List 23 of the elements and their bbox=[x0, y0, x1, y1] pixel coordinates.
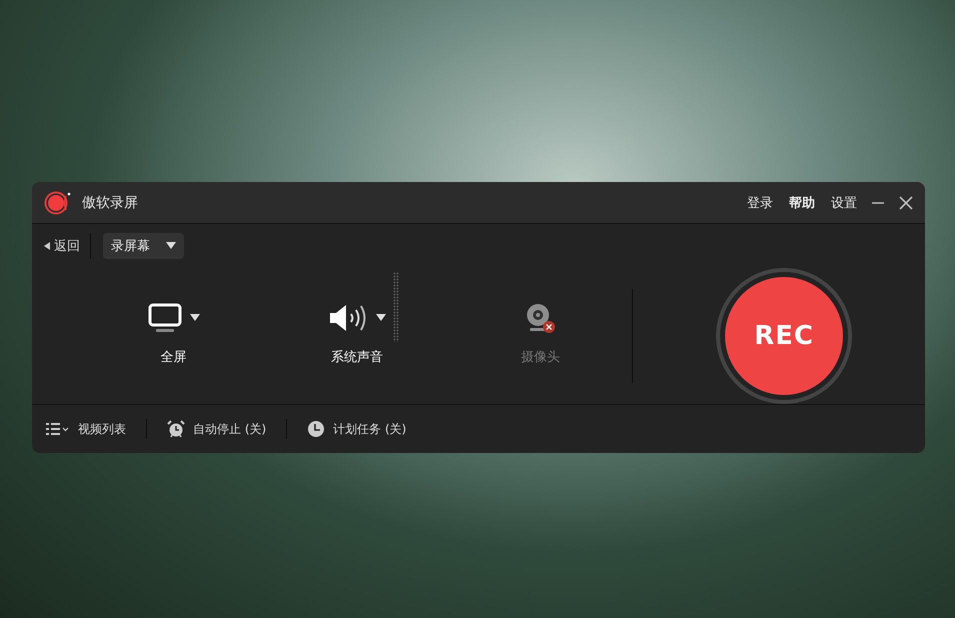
menu-link[interactable]: 设置 bbox=[831, 194, 857, 212]
monitor-icon[interactable] bbox=[148, 303, 182, 333]
caret-icon[interactable] bbox=[190, 314, 200, 322]
list-icon[interactable] bbox=[46, 422, 70, 436]
caret-icon[interactable] bbox=[376, 314, 386, 322]
speaker-icon[interactable] bbox=[328, 303, 368, 333]
caret-icon bbox=[166, 242, 176, 250]
bottom-bar-link[interactable]: 自动停止 (关) bbox=[193, 420, 266, 438]
back-arrow-icon bbox=[44, 242, 50, 250]
source-label: 摄像头 bbox=[520, 349, 560, 366]
back-button[interactable]: 返回 bbox=[40, 235, 84, 257]
drag-handle[interactable] bbox=[392, 272, 399, 342]
clock-icon[interactable] bbox=[307, 420, 326, 438]
window-title: 傲软录屏 bbox=[82, 194, 138, 212]
bottom-bar-link[interactable]: 视频列表 bbox=[78, 420, 126, 438]
close-icon[interactable] bbox=[899, 196, 913, 210]
bottom-bar-link[interactable]: 计划任务 (关) bbox=[333, 420, 406, 438]
menu-link[interactable]: 帮助 bbox=[789, 194, 815, 212]
menu-link[interactable]: 登录 bbox=[747, 194, 773, 212]
alarm-clock-icon[interactable] bbox=[167, 420, 185, 438]
mode-dropdown[interactable]: 录屏幕 bbox=[103, 233, 184, 259]
source-label: 全屏 bbox=[160, 349, 187, 366]
source-label: 系统声音 bbox=[330, 349, 383, 366]
